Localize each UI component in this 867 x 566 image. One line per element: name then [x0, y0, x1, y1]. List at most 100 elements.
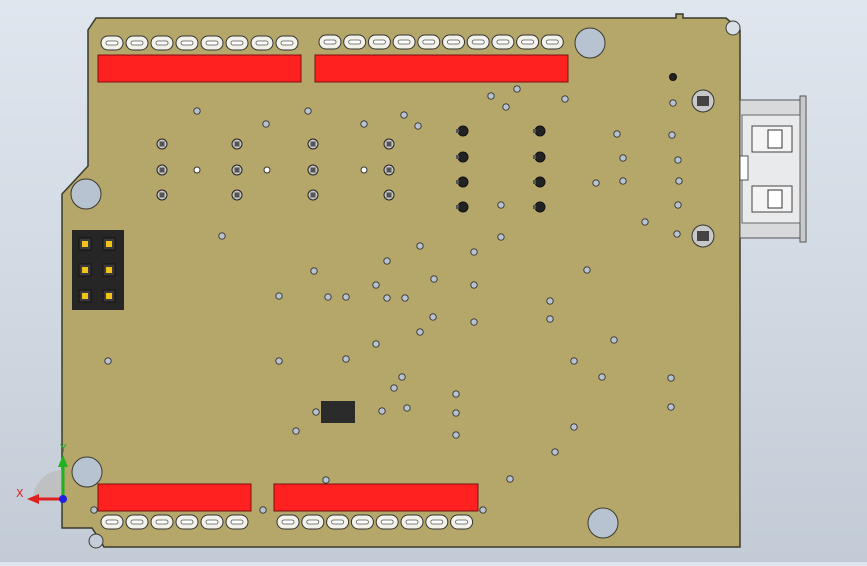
- via: [667, 403, 675, 411]
- smd-pad-dark: [534, 151, 546, 163]
- header-strip-top-left: [97, 54, 302, 83]
- via: [372, 281, 380, 289]
- icsp-pin: [82, 293, 88, 299]
- via: [546, 297, 554, 305]
- board-drawing: X Y: [16, 13, 807, 549]
- smd-pad-dark: [534, 176, 546, 188]
- via: [619, 177, 627, 185]
- via: [546, 315, 554, 323]
- via: [452, 409, 460, 417]
- smd-pad-dark: [457, 125, 469, 137]
- via: [416, 242, 424, 250]
- smd-pad-dark: [457, 176, 469, 188]
- via: [479, 506, 487, 514]
- via: [275, 357, 283, 365]
- via: [398, 373, 406, 381]
- mounting-hole: [574, 27, 606, 59]
- via: [304, 107, 312, 115]
- via: [669, 99, 677, 107]
- via: [193, 166, 201, 174]
- via: [414, 122, 422, 130]
- via: [470, 248, 478, 256]
- via: [342, 355, 350, 363]
- via: [430, 275, 438, 283]
- via: [668, 131, 676, 139]
- via: [322, 476, 330, 484]
- mounting-hole: [71, 456, 103, 488]
- via: [292, 427, 300, 435]
- icsp-pin: [106, 293, 112, 299]
- icsp-pin: [82, 267, 88, 273]
- via: [403, 404, 411, 412]
- crystal-pad-bottom: [691, 224, 715, 248]
- via: [383, 257, 391, 265]
- corner-notch: [725, 20, 741, 36]
- cad-viewport[interactable]: X Y: [0, 0, 867, 562]
- via: [452, 431, 460, 439]
- pcb-board: [61, 13, 741, 548]
- icsp-pin: [82, 241, 88, 247]
- via: [452, 390, 460, 398]
- via: [669, 73, 677, 81]
- via: [570, 423, 578, 431]
- icsp-pin: [106, 241, 112, 247]
- via: [193, 107, 201, 115]
- via: [551, 448, 559, 456]
- via: [390, 384, 398, 392]
- via: [429, 313, 437, 321]
- smd-pad-dark: [534, 125, 546, 137]
- corner-notch: [88, 533, 104, 549]
- via: [324, 293, 332, 301]
- via: [372, 340, 380, 348]
- axis-x-label: X: [16, 487, 24, 500]
- via: [675, 177, 683, 185]
- mounting-hole: [70, 178, 102, 210]
- via: [561, 95, 569, 103]
- via: [641, 218, 649, 226]
- via: [263, 166, 271, 174]
- smd-pad-dark: [534, 201, 546, 213]
- smd-pad-dark: [457, 201, 469, 213]
- via: [619, 154, 627, 162]
- icsp-pin: [106, 267, 112, 273]
- via: [90, 506, 98, 514]
- via: [383, 294, 391, 302]
- via: [598, 373, 606, 381]
- via: [487, 92, 495, 100]
- via: [673, 230, 681, 238]
- mounting-hole: [587, 507, 619, 539]
- header-strip-top-right: [314, 54, 569, 83]
- via: [310, 267, 318, 275]
- via: [674, 201, 682, 209]
- header-strip-bottom-right: [273, 483, 479, 512]
- axis-y-label: Y: [59, 442, 67, 455]
- via: [360, 120, 368, 128]
- via: [502, 103, 510, 111]
- header-strip-bottom-left: [97, 483, 252, 512]
- via: [470, 281, 478, 289]
- via: [259, 506, 267, 514]
- via: [667, 374, 675, 382]
- via: [400, 111, 408, 119]
- via: [613, 130, 621, 138]
- via: [401, 294, 409, 302]
- via: [470, 318, 478, 326]
- via: [506, 475, 514, 483]
- via: [592, 179, 600, 187]
- via: [312, 408, 320, 416]
- via: [513, 85, 521, 93]
- via: [674, 156, 682, 164]
- via: [275, 292, 283, 300]
- axis-triad: X Y: [16, 442, 68, 504]
- smd-pad-dark: [457, 151, 469, 163]
- crystal-pad-top: [691, 89, 715, 113]
- via: [104, 357, 112, 365]
- via: [360, 166, 368, 174]
- via: [342, 293, 350, 301]
- icsp-header: [72, 230, 124, 310]
- via: [583, 266, 591, 274]
- via: [570, 357, 578, 365]
- ic-chip: [321, 401, 355, 423]
- via: [497, 233, 505, 241]
- via: [416, 328, 424, 336]
